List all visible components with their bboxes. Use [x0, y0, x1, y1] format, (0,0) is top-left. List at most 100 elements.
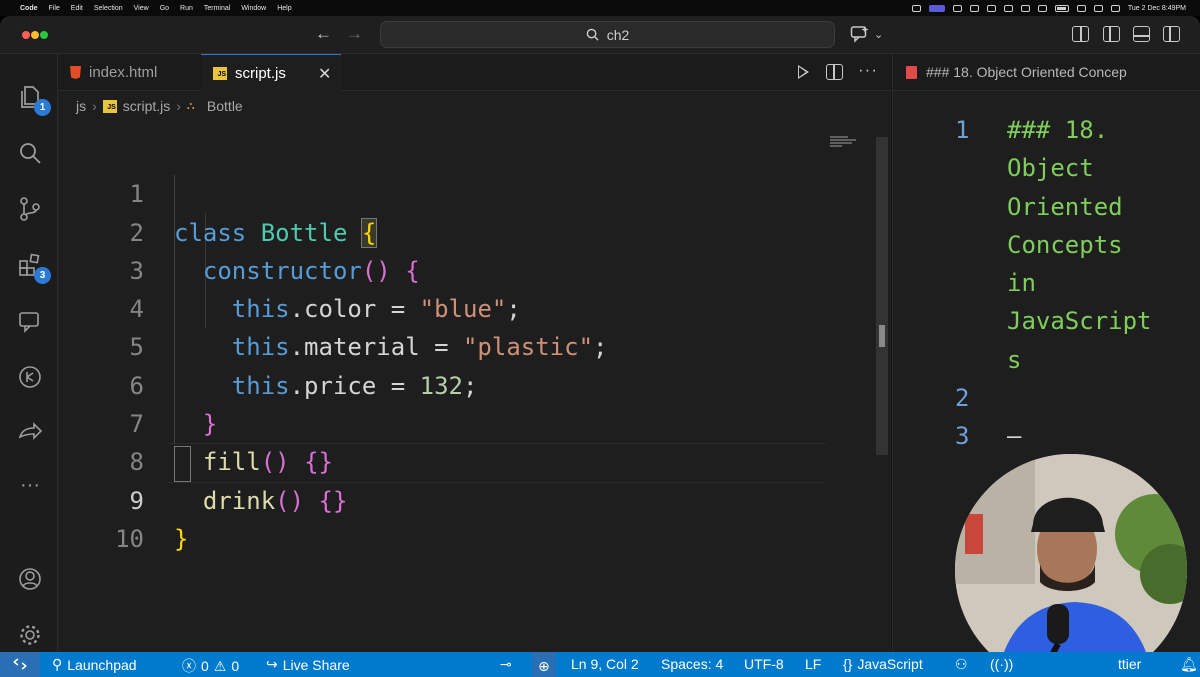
code-editor[interactable]: 1 class Bottle { 2 constructor() { 3 thi…	[58, 137, 868, 553]
menu-extra-icon[interactable]	[986, 4, 996, 12]
code-line[interactable]: 7 fill() {}	[58, 367, 868, 476]
toggle-secondary-sidebar-icon[interactable]	[1163, 26, 1180, 42]
run-debug-icon[interactable]	[17, 364, 43, 390]
explorer-icon[interactable]: 1	[17, 84, 51, 116]
tab-markdown-file[interactable]: ### 18. Object Oriented Concep	[893, 54, 1200, 91]
code-line[interactable]: 2	[893, 379, 1183, 417]
spotlight-icon[interactable]	[1093, 4, 1103, 12]
code-line[interactable]: 2 constructor() {	[58, 175, 868, 285]
zoom-item[interactable]: ⊕	[532, 652, 556, 677]
code-line-wrap[interactable]: JavaScript	[893, 302, 1183, 340]
code-line[interactable]: 1 class Bottle {	[58, 137, 868, 248]
window-zoom-button[interactable]	[40, 31, 48, 39]
account-icon[interactable]	[17, 566, 43, 592]
eol-item[interactable]: LF	[805, 656, 821, 672]
wifi-icon[interactable]	[1076, 4, 1086, 12]
search-icon[interactable]	[17, 140, 43, 166]
markdown-code[interactable]: 1 ### 18. Object Oriented Concepts in Ja…	[893, 111, 1183, 456]
record-status-icon[interactable]	[911, 4, 921, 12]
live-share-item[interactable]: ↪ Live Share	[266, 656, 350, 673]
menu-window[interactable]: Window	[241, 5, 266, 12]
markdown-heading-text: Oriented	[1007, 192, 1123, 221]
launchpad-item[interactable]: ⚲ Launchpad	[52, 656, 137, 673]
language-mode-item[interactable]: {} JavaScript	[843, 656, 923, 672]
breadcrumb-file[interactable]: script.js	[123, 98, 170, 114]
code-line[interactable]: 10	[58, 482, 868, 553]
code-line-wrap[interactable]: Oriented	[893, 188, 1183, 226]
copilot-chat-button[interactable]: ⌄	[850, 25, 883, 43]
code-line[interactable]: 4 this.material = "plastic";	[58, 252, 868, 361]
cursor-position[interactable]: Ln 9, Col 2	[571, 656, 639, 672]
editor-scrollbar[interactable]	[876, 137, 888, 455]
menu-extra-icon[interactable]	[1020, 4, 1030, 12]
indentation-item[interactable]: Spaces: 4	[661, 656, 723, 672]
remote-indicator[interactable]	[0, 652, 40, 677]
code-line[interactable]: 5 this.price = 132;	[58, 290, 868, 399]
source-control-icon[interactable]	[17, 196, 43, 222]
menu-run[interactable]: Run	[180, 5, 193, 12]
js-icon: JS	[213, 66, 227, 80]
code-line-wrap[interactable]: Object	[893, 149, 1183, 187]
more-actions-icon[interactable]: ···	[858, 60, 878, 80]
code-line[interactable]: 6 }	[58, 328, 868, 438]
menu-extra-icon[interactable]	[1003, 4, 1013, 12]
menubar-clock[interactable]: Tue 2 Dec 8:49PM	[1128, 5, 1186, 12]
scrollbar-thumb[interactable]	[879, 325, 885, 347]
code-line[interactable]: 8 drink() {}	[58, 405, 868, 514]
menu-edit[interactable]: Edit	[71, 5, 83, 12]
code-line[interactable]: 9 }	[58, 443, 868, 553]
menu-file[interactable]: File	[49, 5, 60, 12]
markdown-heading-text: Concepts	[1007, 230, 1123, 259]
menu-extra-icon[interactable]	[1037, 4, 1047, 12]
run-icon[interactable]	[798, 65, 809, 79]
menu-help[interactable]: Help	[277, 5, 291, 12]
notifications-bell-icon[interactable]: 🔔︎	[1180, 656, 1198, 673]
window-minimize-button[interactable]	[31, 31, 39, 39]
chat-icon[interactable]	[17, 308, 43, 334]
screen-share-status-icon[interactable]	[928, 4, 945, 12]
menu-go[interactable]: Go	[160, 5, 169, 12]
tab-script-js[interactable]: JS script.js ✕	[201, 54, 341, 91]
menu-terminal[interactable]: Terminal	[204, 5, 230, 12]
code-line-wrap[interactable]: in	[893, 264, 1183, 302]
close-icon[interactable]: ✕	[318, 64, 331, 84]
code-line[interactable]: 3 –	[893, 417, 1183, 455]
customize-layout-icon[interactable]	[1072, 26, 1089, 42]
breadcrumb-folder[interactable]: js	[76, 98, 86, 114]
menu-extra-icon[interactable]	[952, 4, 962, 12]
tab-label: script.js	[235, 64, 286, 82]
webcam-overlay	[955, 454, 1187, 677]
menu-selection[interactable]: Selection	[94, 5, 123, 12]
menu-view[interactable]: View	[134, 5, 149, 12]
prettier-item[interactable]: ttier	[1118, 656, 1141, 672]
encoding-item[interactable]: UTF-8	[744, 656, 784, 672]
breadcrumb-symbol[interactable]: Bottle	[207, 98, 243, 114]
git-graph-icon[interactable]: ⊸	[500, 656, 512, 673]
menu-app[interactable]: Code	[20, 5, 38, 12]
markdown-file-icon	[906, 65, 917, 79]
split-editor-icon[interactable]	[826, 64, 843, 80]
toggle-primary-sidebar-icon[interactable]	[1103, 26, 1120, 42]
back-arrow-icon[interactable]: ←	[315, 24, 332, 44]
control-center-icon[interactable]	[1110, 4, 1120, 12]
title-bar: ← → ch2 ⌄	[0, 16, 1200, 54]
toggle-panel-icon[interactable]	[1133, 26, 1150, 42]
code-line[interactable]: 3 this.color = "blue";	[58, 214, 868, 323]
extensions-icon[interactable]: 3	[17, 252, 51, 284]
settings-gear-icon[interactable]	[17, 622, 43, 648]
code-line[interactable]: 1 ### 18.	[893, 111, 1183, 149]
window-close-button[interactable]	[22, 31, 30, 39]
command-center-search[interactable]: ch2	[380, 21, 835, 48]
live-share-icon: ↪	[266, 656, 278, 672]
code-line-wrap[interactable]: s	[893, 341, 1183, 379]
go-live-icon[interactable]: ((·))	[990, 656, 1013, 672]
tab-index-html[interactable]: index.html	[58, 54, 201, 91]
more-icon[interactable]: ···	[17, 474, 43, 500]
problems-item[interactable]: ⓧ 0 ⚠ 0	[182, 656, 239, 676]
battery-icon[interactable]	[1054, 4, 1069, 12]
live-share-icon[interactable]	[17, 420, 43, 446]
code-line-wrap[interactable]: Concepts	[893, 226, 1183, 264]
forward-arrow-icon[interactable]: →	[346, 24, 363, 44]
copilot-status-icon[interactable]: ⚇	[955, 656, 968, 673]
menu-extra-icon[interactable]	[969, 4, 979, 12]
